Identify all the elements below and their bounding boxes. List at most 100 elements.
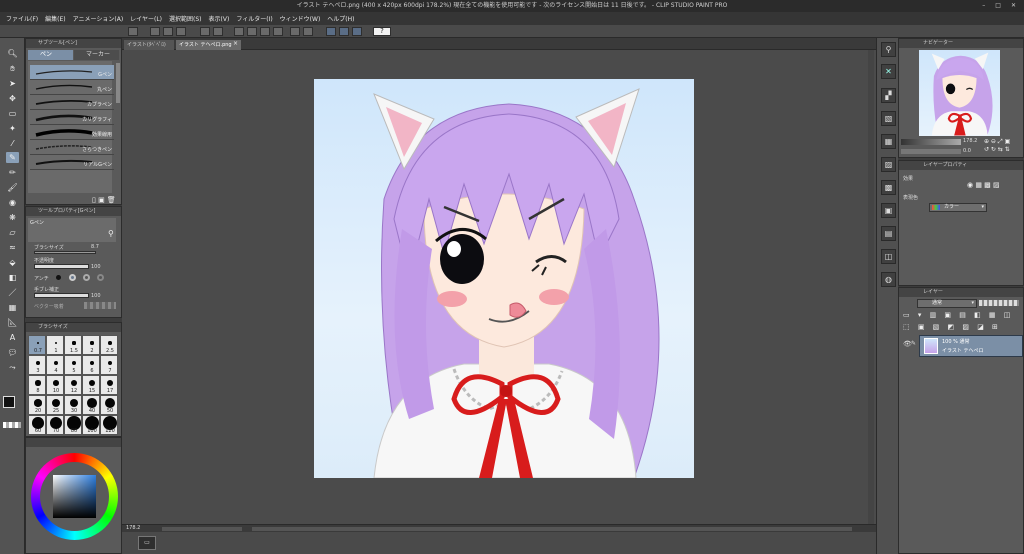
brush-size-cell[interactable]: 30 <box>64 395 82 415</box>
correct-line-tool-icon[interactable]: ⤳ <box>6 362 19 373</box>
transform-icon[interactable] <box>273 27 283 36</box>
brush-size-cell[interactable]: 120 <box>100 415 118 435</box>
snap-ruler-icon[interactable] <box>326 27 336 36</box>
menu-edit[interactable]: 編集(E) <box>45 14 65 23</box>
pencil-tool-icon[interactable]: ✏︎ <box>6 167 19 178</box>
transparent-color-swatch[interactable] <box>3 422 21 428</box>
brush-size-value[interactable]: 8.7 <box>91 244 99 250</box>
layer-opacity-slider[interactable] <box>979 300 1019 306</box>
artboard[interactable] <box>314 79 694 478</box>
figure-tool-icon[interactable]: ／ <box>6 287 19 298</box>
menu-view[interactable]: 表示(V) <box>209 14 230 23</box>
close-tab-icon[interactable]: × <box>233 40 238 47</box>
menu-file[interactable]: ファイル(F) <box>6 14 38 23</box>
material-pattern-icon[interactable]: ▧ <box>881 111 896 126</box>
timeline-icon[interactable]: ▭ <box>138 536 156 550</box>
saturation-value-square[interactable] <box>53 475 96 518</box>
brush-size-cell[interactable]: 2.5 <box>100 335 118 355</box>
help-icon[interactable]: ? <box>373 27 391 36</box>
save-icon[interactable] <box>176 27 186 36</box>
brush-item-round-pen[interactable]: 丸ペン <box>30 80 114 95</box>
brush-size-cell[interactable]: 2 <box>82 335 100 355</box>
layer-toolbar-row2[interactable]: ⬚ ▣ ▧ ◩ ▨ ◪ ⊞ <box>903 323 1023 333</box>
text-tool-icon[interactable]: A <box>6 332 19 343</box>
tab-pen[interactable]: ペン <box>28 50 73 60</box>
menu-help[interactable]: ヘルプ(H) <box>327 14 354 23</box>
zoom-tool-icon[interactable]: 🔍︎ <box>6 48 19 59</box>
stabilization-slider[interactable] <box>34 293 89 298</box>
brush-item-gpen[interactable]: Gペン <box>30 65 114 80</box>
brush-item-kabura-pen[interactable]: カブラペン <box>30 95 114 110</box>
vertical-scrollbar[interactable] <box>868 50 874 524</box>
undo-icon[interactable] <box>200 27 210 36</box>
snap-grid-icon[interactable] <box>352 27 362 36</box>
redo-icon[interactable] <box>213 27 223 36</box>
snap-special-ruler-icon[interactable] <box>339 27 349 36</box>
brush-size-cell[interactable]: 5 <box>64 355 82 375</box>
opacity-value[interactable]: 100 <box>91 264 101 270</box>
brush-size-cell[interactable]: 4 <box>46 355 64 375</box>
hue-ring[interactable] <box>31 453 118 540</box>
menu-animation[interactable]: アニメーション(A) <box>73 14 124 23</box>
move-layer-tool-icon[interactable]: ✥ <box>6 93 19 104</box>
menu-filter[interactable]: フィルター(I) <box>236 14 272 23</box>
navigator-rotate-value[interactable]: 0.0 <box>963 148 971 154</box>
tab-marker[interactable]: マーカー <box>74 50 119 60</box>
brush-size-cell[interactable]: 50 <box>100 395 118 415</box>
brush-size-cell[interactable]: 17 <box>100 375 118 395</box>
brush-item-rough-pen[interactable]: さらつきペン <box>30 140 114 155</box>
brush-item-calligraphy[interactable]: カリグラフィ <box>30 110 114 125</box>
main-color-swatch[interactable] <box>3 396 15 408</box>
subtool-scrollbar[interactable] <box>116 63 120 103</box>
brush-size-cell[interactable]: 6 <box>82 355 100 375</box>
navigator-preview[interactable] <box>919 50 1000 136</box>
minimize-icon[interactable]: – <box>982 0 985 12</box>
zoom-slider[interactable] <box>162 527 242 531</box>
frame-tool-icon[interactable]: ▦ <box>6 302 19 313</box>
new-file-icon[interactable] <box>150 27 160 36</box>
material-manga-icon[interactable]: ▤ <box>881 226 896 241</box>
material-image-icon[interactable]: ▩ <box>881 180 896 195</box>
gradient-tool-icon[interactable]: ◧ <box>6 272 19 283</box>
brush-size-cell[interactable]: 0.7 <box>28 335 46 355</box>
menu-layer[interactable]: レイヤー(L) <box>130 14 162 23</box>
brush-size-cell[interactable]: 3 <box>28 355 46 375</box>
menu-selection[interactable]: 選択範囲(S) <box>169 14 202 23</box>
brush-size-cell[interactable]: 100 <box>82 415 100 435</box>
brush-size-cell[interactable]: 7 <box>100 355 118 375</box>
vector-snap-options[interactable] <box>84 302 116 309</box>
layer-row-selected[interactable]: 100 % 通常 イラスト テヘペロ <box>919 335 1023 357</box>
material-texture-icon[interactable]: ▨ <box>881 157 896 172</box>
blend-mode-dropdown[interactable]: 通常 ▾ <box>917 299 977 308</box>
brush-size-cell[interactable]: 20 <box>28 395 46 415</box>
stabilization-value[interactable]: 100 <box>91 293 101 299</box>
eyedropper-tool-icon[interactable]: ⁄ <box>6 138 19 149</box>
brush-size-cell[interactable]: 15 <box>82 375 100 395</box>
material-3d-icon[interactable]: ◫ <box>881 249 896 264</box>
material-close-icon[interactable]: ✕ <box>881 64 896 79</box>
hand-tool-icon[interactable]: ✋︎ <box>6 63 19 74</box>
fill-icon[interactable] <box>260 27 270 36</box>
airbrush-tool-icon[interactable]: ◉ <box>6 197 19 208</box>
blend-tool-icon[interactable]: ≈ <box>6 242 19 253</box>
navigator-rotate-slider[interactable] <box>901 149 961 154</box>
navigator-zoom-slider[interactable] <box>901 139 961 145</box>
expression-color-dropdown[interactable]: カラー ▾ <box>929 203 987 212</box>
maximize-icon[interactable]: □ <box>995 0 1001 12</box>
navigator-buttons[interactable]: ⊕ ⊖ ⤢ ▣ ↺ ↻ ⇆ ⇅ <box>984 138 1022 156</box>
clear-outside-icon[interactable] <box>247 27 257 36</box>
effect-buttons[interactable]: ◉ ▦ ▩ ▨ <box>967 181 1017 189</box>
material-background-icon[interactable]: ▣ <box>881 203 896 218</box>
layer-toolbar-row1[interactable]: ▭ ▾ ▥ ▣ ▤ ◧ ▦ ◫ <box>903 311 1023 321</box>
material-body-icon[interactable]: ◍ <box>881 272 896 287</box>
brush-size-cell[interactable]: 40 <box>82 395 100 415</box>
deselect-icon[interactable] <box>290 27 300 36</box>
tab-canvas-active[interactable]: イラスト テヘペロ.png <box>176 40 241 50</box>
auto-select-tool-icon[interactable]: ✦ <box>6 123 19 134</box>
brush-size-cell[interactable]: 25 <box>46 395 64 415</box>
subtool-menu-icons[interactable]: ▯ ▣ 🗑︎ <box>92 196 116 204</box>
zoom-readout[interactable]: 178.2 <box>126 525 140 531</box>
brush-size-cell[interactable]: 1 <box>46 335 64 355</box>
opacity-slider[interactable] <box>34 264 89 269</box>
brush-size-cell[interactable]: 1.5 <box>64 335 82 355</box>
